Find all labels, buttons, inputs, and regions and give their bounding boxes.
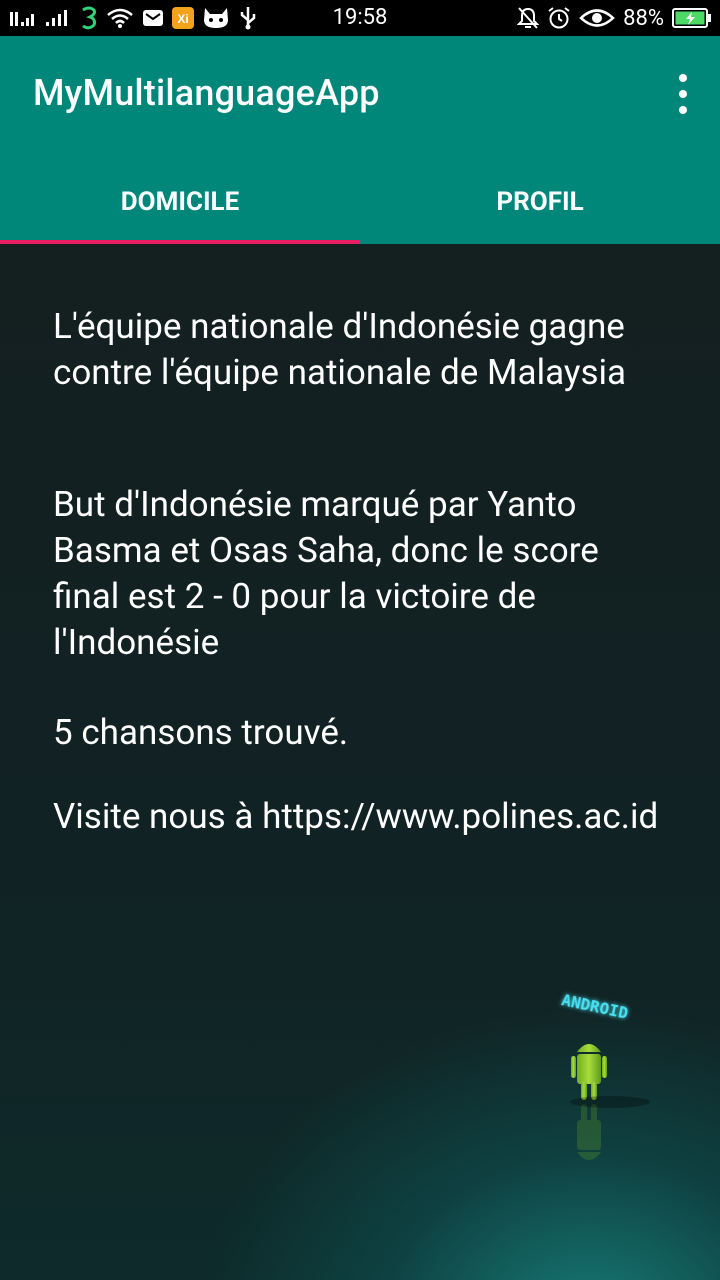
tab-domicile[interactable]: DOMICILE xyxy=(0,160,360,244)
visit-link-text[interactable]: Visite nous à https://www.polines.ac.id xyxy=(53,794,673,840)
app-notification-icon: Xi xyxy=(172,7,194,29)
status-right-icons: 88% xyxy=(517,0,712,36)
svg-text:Xi: Xi xyxy=(177,12,188,26)
usb-icon xyxy=(238,6,258,30)
cat-icon xyxy=(202,6,230,30)
android-wallpaper-figure: ANDROID xyxy=(555,984,655,1224)
phone-screen: Xi 19:58 88% MyMultilanguageApp DOMICILE… xyxy=(0,0,720,1280)
news-body: But d'Indonésie marqué par Yanto Basma e… xyxy=(53,484,599,663)
more-vert-icon[interactable] xyxy=(672,74,694,114)
tab-profil[interactable]: PROFIL xyxy=(360,160,720,244)
news-headline: L'équipe nationale d'Indonésie gagne con… xyxy=(53,306,627,393)
battery-percent: 88% xyxy=(623,5,664,31)
app-title: MyMultilanguageApp xyxy=(33,72,380,114)
songs-found-text: 5 chansons trouvé. xyxy=(53,712,349,753)
app-bar: MyMultilanguageApp DOMICILE PROFIL xyxy=(0,36,720,244)
android-wallpaper-text: ANDROID xyxy=(560,990,630,1023)
content-area: L'équipe nationale d'Indonésie gagne con… xyxy=(0,244,720,1280)
battery-charging-icon xyxy=(672,7,712,29)
tab-bar: DOMICILE PROFIL xyxy=(0,160,720,244)
eye-icon xyxy=(579,7,615,29)
tab-domicile-label: DOMICILE xyxy=(120,187,240,217)
notifications-off-icon xyxy=(517,6,540,30)
signal-1-icon xyxy=(10,8,38,28)
mail-icon xyxy=(142,8,164,28)
status-left-icons: Xi xyxy=(10,0,258,36)
network-3-icon xyxy=(80,6,98,30)
signal-2-icon xyxy=(46,8,72,28)
status-bar: Xi 19:58 88% xyxy=(0,0,720,36)
wifi-icon xyxy=(106,7,134,29)
tab-profil-label: PROFIL xyxy=(496,187,584,217)
alarm-icon xyxy=(547,6,571,30)
